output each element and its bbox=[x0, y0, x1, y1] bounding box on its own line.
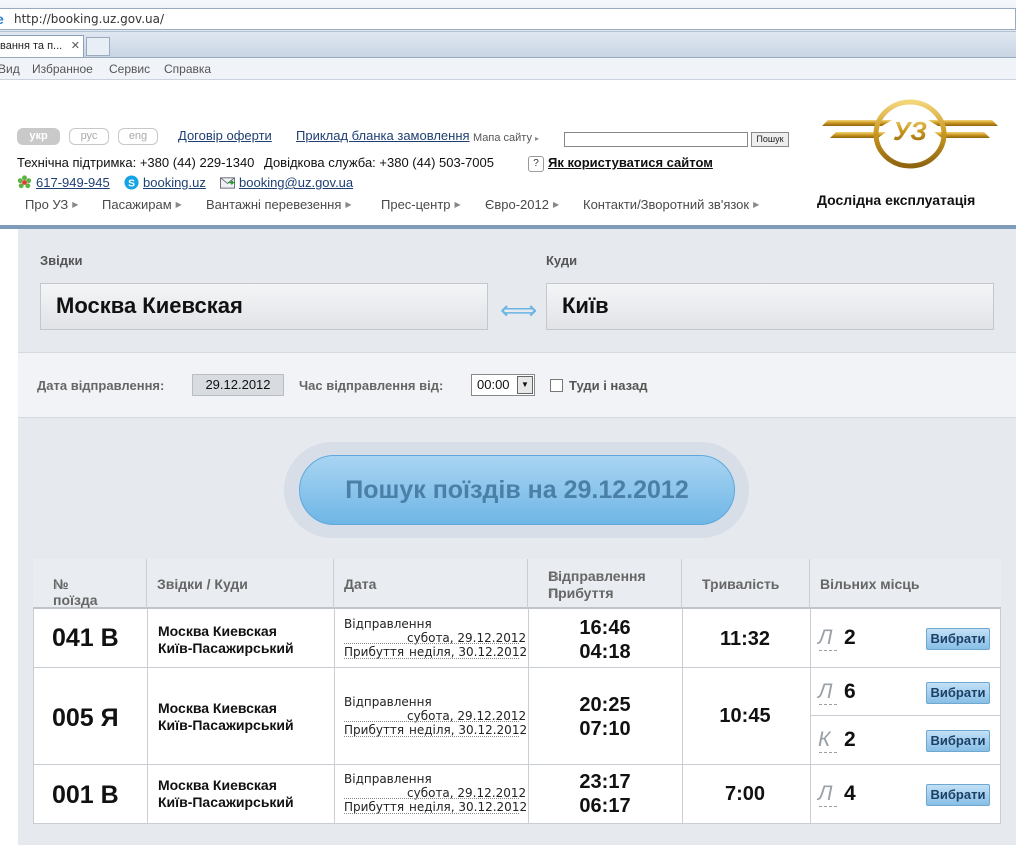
choose-button[interactable]: Вибрати bbox=[926, 628, 990, 650]
seat-count: 4 bbox=[844, 782, 856, 805]
seat-count: 6 bbox=[844, 680, 856, 703]
site-search-input[interactable] bbox=[564, 132, 748, 147]
arrival-label: Прибуття bbox=[344, 723, 405, 737]
car-class: Л bbox=[818, 680, 833, 703]
how-to-use-link[interactable]: Як користуватися сайтом bbox=[548, 155, 713, 170]
departure-label: Відправлення bbox=[344, 695, 432, 709]
train-number: 005 Я bbox=[52, 704, 119, 732]
menu-tools[interactable]: Сервис bbox=[109, 62, 150, 76]
sort-icon: ↑↓ bbox=[548, 568, 561, 583]
nav-about[interactable]: Про УЗ ▶ bbox=[25, 197, 78, 212]
train-number: 001 В bbox=[52, 781, 119, 809]
svg-text:S: S bbox=[128, 178, 135, 189]
arrival-date: неділя, 30.12.2012 bbox=[409, 645, 528, 659]
roundtrip-label: Туди і назад bbox=[569, 378, 648, 393]
ie-icon: e bbox=[0, 11, 4, 27]
browser-tab[interactable]: вання та п... ✕ bbox=[0, 35, 84, 57]
icq-icon bbox=[17, 175, 32, 189]
nav-passengers[interactable]: Пасажирам ▶ bbox=[102, 197, 182, 212]
sort-icon: ↑↓ bbox=[548, 585, 561, 600]
menu-favorites[interactable]: Избранное bbox=[32, 62, 93, 76]
col-header-times[interactable]: Відправлення ↑↓ Прибуття ↑↓ bbox=[528, 559, 682, 609]
train-route: Москва Киевская Київ-Пасажирський bbox=[158, 623, 294, 656]
trip-duration: 7:00 bbox=[724, 783, 766, 805]
col-header-route: Звідки / Куди bbox=[147, 559, 334, 609]
svg-text:УЗ: УЗ bbox=[893, 116, 927, 146]
departure-label: Відправлення bbox=[344, 772, 432, 786]
train-number: 041 В bbox=[52, 624, 119, 652]
train-route: Москва Киевская Київ-Пасажирський bbox=[158, 700, 294, 733]
sort-icon: ↑↓ bbox=[53, 576, 66, 591]
lang-eng[interactable]: eng bbox=[118, 128, 158, 145]
trip-duration: 10:45 bbox=[719, 705, 771, 727]
arrival-label: Прибуття bbox=[344, 800, 405, 814]
car-class: Л bbox=[818, 626, 833, 649]
train-times: 20:25 07:10 bbox=[579, 694, 631, 740]
departure-time-select[interactable]: 00:00 ▼ bbox=[471, 374, 535, 396]
support-phone: Технічна підтримка: +380 (44) 229-1340 bbox=[17, 155, 255, 170]
arrival-date: неділя, 30.12.2012 bbox=[409, 800, 528, 814]
skype-link[interactable]: booking.uz bbox=[143, 175, 206, 190]
train-route: Москва Киевская Київ-Пасажирський bbox=[158, 777, 294, 810]
trip-duration: 11:32 bbox=[719, 628, 771, 650]
choose-button[interactable]: Вибрати bbox=[926, 682, 990, 704]
menu-view[interactable]: Вид bbox=[0, 62, 20, 76]
icq-link[interactable]: 617-949-945 bbox=[36, 175, 110, 190]
tab-bar: вання та п... ✕ bbox=[0, 32, 1016, 58]
time-value: 00:00 bbox=[477, 377, 510, 392]
col-header-train[interactable]: № поїзда ↑↓ bbox=[33, 559, 147, 609]
arrival-label: Прибуття bbox=[344, 645, 405, 659]
sort-icon: ↑↓ bbox=[702, 576, 715, 591]
browser-menu-bar: Вид Избранное Сервис Справка bbox=[0, 58, 1016, 80]
departure-time-label: Час відправлення від: bbox=[299, 378, 444, 393]
roundtrip-checkbox[interactable] bbox=[550, 379, 563, 392]
col-header-duration[interactable]: Тривалість ↑↓ bbox=[682, 559, 810, 609]
offer-link[interactable]: Договір оферти bbox=[178, 128, 272, 143]
nav-contacts[interactable]: Контакти/Зворотний зв'язок ▶ bbox=[583, 197, 759, 212]
skype-icon: S bbox=[124, 175, 139, 190]
train-times: 16:46 04:18 bbox=[579, 617, 631, 663]
url-text: http://booking.uz.gov.ua/ bbox=[14, 12, 165, 26]
info-phone: Довідкова служба: +380 (44) 503-7005 bbox=[264, 155, 494, 170]
swap-stations-icon[interactable]: ⟺ bbox=[500, 297, 537, 323]
tab-title: вання та п... bbox=[0, 40, 63, 52]
search-trains-button[interactable]: Пошук поїздів на 29.12.2012 bbox=[299, 455, 735, 525]
car-class: К bbox=[818, 728, 831, 751]
departure-date-input[interactable]: 29.12.2012 bbox=[192, 374, 284, 396]
trial-notice: Дослідна експлуатація bbox=[817, 192, 976, 208]
lang-rus[interactable]: рус bbox=[69, 128, 109, 145]
from-label: Звідки bbox=[40, 253, 83, 268]
arrival-date: неділя, 30.12.2012 bbox=[409, 723, 528, 737]
to-label: Куди bbox=[546, 253, 578, 268]
nav-cargo[interactable]: Вантажні перевезення ▶ bbox=[206, 197, 352, 212]
sitemap-link[interactable]: Мапа сайту ▸ bbox=[473, 132, 539, 144]
lang-ukr[interactable]: укр bbox=[17, 128, 60, 145]
nav-euro[interactable]: Євро-2012 ▶ bbox=[485, 197, 559, 212]
choose-button[interactable]: Вибрати bbox=[926, 784, 990, 806]
email-icon bbox=[220, 177, 235, 189]
departure-date-label: Дата відправлення: bbox=[37, 378, 165, 393]
help-icon: ? bbox=[528, 156, 544, 172]
from-station-input[interactable]: Москва Киевская bbox=[40, 283, 488, 330]
departure-label: Відправлення bbox=[344, 617, 432, 631]
chevron-down-icon[interactable]: ▼ bbox=[517, 376, 533, 394]
email-link[interactable]: booking@uz.gov.ua bbox=[239, 175, 353, 190]
uz-logo: УЗ bbox=[822, 99, 998, 169]
address-field[interactable]: e http://booking.uz.gov.ua/ bbox=[0, 8, 1016, 30]
col-header-date: Дата bbox=[334, 559, 528, 609]
new-tab-button[interactable] bbox=[86, 37, 110, 56]
car-class: Л bbox=[818, 782, 833, 805]
menu-help[interactable]: Справка bbox=[164, 62, 211, 76]
seat-count: 2 bbox=[844, 626, 856, 649]
to-station-input[interactable]: Київ bbox=[546, 283, 994, 330]
col-header-seats: Вільних місць bbox=[810, 559, 1001, 609]
site-search-button[interactable]: Пошук bbox=[751, 132, 789, 147]
choose-button[interactable]: Вибрати bbox=[926, 730, 990, 752]
seat-count: 2 bbox=[844, 728, 856, 751]
close-icon[interactable]: ✕ bbox=[71, 39, 80, 52]
sample-form-link[interactable]: Приклад бланка замовлення bbox=[296, 128, 470, 143]
address-bar-area: e http://booking.uz.gov.ua/ bbox=[0, 0, 1016, 32]
nav-press[interactable]: Прес-центр ▶ bbox=[381, 197, 461, 212]
train-times: 23:17 06:17 bbox=[579, 771, 631, 817]
